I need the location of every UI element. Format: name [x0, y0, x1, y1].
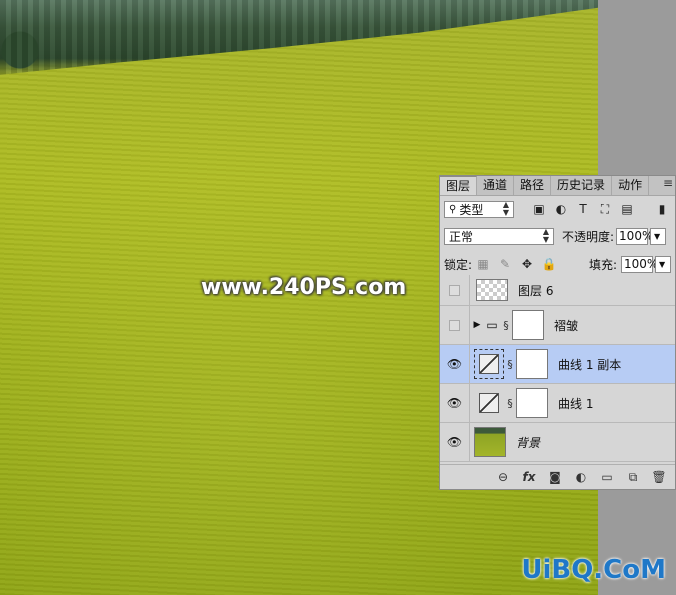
blend-mode-value: 正常 [449, 229, 474, 244]
spin-icon: ▲ ▼ [502, 200, 509, 217]
panel-tabs: 图层 通道 路径 历史记录 动作 ≡ [440, 176, 675, 196]
lock-image-icon[interactable]: ✎ [494, 257, 516, 271]
image-filter-icon[interactable]: ▣ [528, 202, 550, 216]
filter-kind-select[interactable]: ⚲ 类型 ▲ ▼ [444, 200, 514, 218]
tab-history[interactable]: 历史记录 [551, 176, 613, 195]
new-layer-icon[interactable]: ⧉ [625, 470, 641, 485]
hidden-box-icon [449, 284, 460, 296]
shape-filter-icon[interactable]: ⛶ [594, 202, 616, 217]
eye-icon: 👁 [446, 357, 463, 371]
layer-mask-thumbnail [512, 310, 544, 340]
lock-transparent-icon[interactable]: ▦ [472, 257, 494, 271]
fill-label: 填充: [588, 257, 617, 272]
folder-icon: ▭ [486, 318, 498, 332]
layer-name: 图层 6 [518, 283, 554, 298]
layer-name: 曲线 1 [558, 396, 594, 411]
panel-footer: ⊖ fx ◙ ◐ ▭ ⧉ 🗑 [440, 464, 675, 489]
adjustment-thumbnail [474, 349, 504, 379]
layer-mask-thumbnail [516, 388, 548, 418]
trash-icon[interactable]: 🗑 [651, 470, 667, 484]
link-icon: § [507, 357, 513, 371]
lock-label: 锁定: [444, 257, 473, 272]
opacity-input[interactable]: 100% [616, 227, 653, 245]
layer-mask-thumbnail [516, 349, 548, 379]
layers-panel: 图层 通道 路径 历史记录 动作 ≡ ⚲ 类型 ▲ ▼ ▣ ◐ T ⛶ ▤ ▮ 正… [439, 175, 676, 490]
lock-position-icon[interactable]: ✥ [516, 257, 538, 271]
new-adjustment-icon[interactable]: ◐ [573, 470, 589, 484]
text-filter-icon[interactable]: T [572, 202, 594, 216]
link-icon: § [507, 396, 513, 410]
search-icon: ⚲ [449, 203, 457, 215]
layers-list: 图层 6 ▶ ▭ § 褶皱 👁 § 曲线 1 副本 👁 § 曲线 1 👁 背景 [440, 275, 675, 462]
layer-name: 曲线 1 副本 [558, 357, 622, 372]
eye-icon: 👁 [446, 396, 463, 410]
spin-icon: ▲ ▼ [542, 227, 549, 244]
tab-layers[interactable]: 图层 [440, 176, 478, 195]
eye-icon: 👁 [446, 435, 463, 449]
visibility-toggle[interactable] [440, 275, 470, 305]
hidden-box-icon [449, 319, 460, 331]
lock-all-icon[interactable]: 🔒 [538, 257, 560, 271]
curves-icon [479, 393, 499, 413]
blend-mode-select[interactable]: 正常 ▲ ▼ [444, 227, 554, 245]
blend-row: 正常 ▲ ▼ 不透明度: 100% ▼ [440, 225, 675, 247]
lock-row: 锁定: ▦ ✎ ✥ 🔒 填充: 100% ▼ [440, 253, 675, 275]
tab-actions[interactable]: 动作 [612, 176, 650, 195]
opacity-value: 100% [619, 229, 654, 243]
layer-row[interactable]: 👁 背景 [440, 423, 675, 462]
watermark-text: www.240PS.com [201, 275, 407, 300]
layer-row-selected[interactable]: 👁 § 曲线 1 副本 [440, 345, 675, 384]
fill-dropdown-icon[interactable]: ▼ [655, 255, 671, 273]
visibility-toggle[interactable] [440, 306, 470, 344]
layer-name: 背景 [516, 435, 541, 450]
layer-thumbnail [476, 279, 508, 301]
layer-row[interactable]: ▶ ▭ § 褶皱 [440, 306, 675, 345]
visibility-toggle[interactable]: 👁 [440, 345, 470, 383]
fill-input[interactable]: 100% [621, 255, 658, 273]
opacity-dropdown-icon[interactable]: ▼ [650, 227, 667, 245]
smart-object-filter-icon[interactable]: ▤ [616, 202, 638, 216]
fx-icon[interactable]: fx [521, 470, 537, 484]
filter-toggle-icon[interactable]: ▮ [651, 202, 673, 216]
add-mask-icon[interactable]: ◙ [547, 470, 563, 484]
treeline [0, 0, 598, 75]
new-group-icon[interactable]: ▭ [599, 470, 615, 484]
fill-value: 100% [624, 257, 659, 271]
layer-thumbnail [474, 427, 506, 457]
corner-watermark-main: UiBQ.CoM [521, 555, 666, 585]
opacity-label: 不透明度: [562, 229, 615, 244]
tab-channels[interactable]: 通道 [477, 176, 515, 195]
tab-paths[interactable]: 路径 [514, 176, 552, 195]
layer-row[interactable]: 图层 6 [440, 275, 675, 306]
visibility-toggle[interactable]: 👁 [440, 423, 470, 461]
filter-kind-label: 类型 [459, 202, 484, 217]
layer-name: 褶皱 [554, 318, 579, 333]
expand-arrow-icon[interactable]: ▶ [470, 320, 484, 330]
curves-icon [479, 354, 499, 374]
adjustment-thumbnail [474, 388, 504, 418]
visibility-toggle[interactable]: 👁 [440, 384, 470, 422]
adjustment-filter-icon[interactable]: ◐ [550, 202, 572, 216]
link-icon: § [503, 318, 509, 332]
layer-row[interactable]: 👁 § 曲线 1 [440, 384, 675, 423]
panel-menu-icon[interactable]: ≡ [661, 176, 675, 195]
filter-row: ⚲ 类型 ▲ ▼ ▣ ◐ T ⛶ ▤ ▮ [440, 198, 675, 220]
link-layers-icon[interactable]: ⊖ [495, 470, 511, 484]
corner-watermark: UiBQ.CoM [521, 555, 666, 585]
